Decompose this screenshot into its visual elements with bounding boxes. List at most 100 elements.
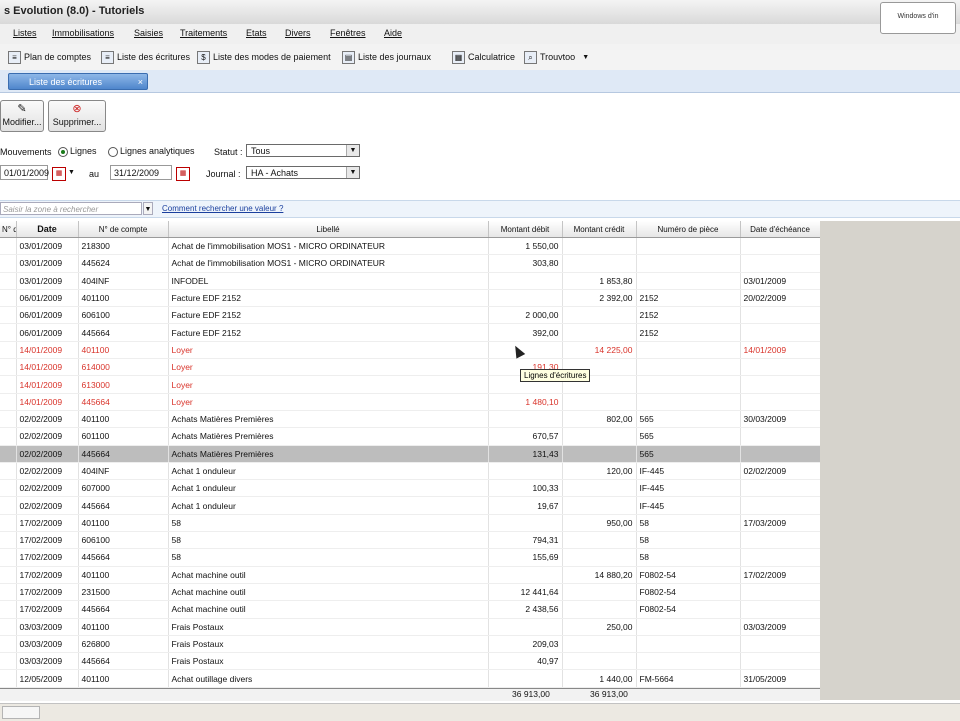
menu-etats[interactable]: Etats bbox=[246, 28, 267, 38]
table-row[interactable]: 14/01/2009 613000 Loyer bbox=[0, 375, 820, 394]
chevron-down-icon[interactable]: ▼ bbox=[582, 54, 589, 61]
cell-libelle: Achat machine outil bbox=[168, 583, 489, 602]
cell-num bbox=[0, 496, 17, 515]
col-date[interactable]: Date bbox=[16, 221, 79, 238]
date-from-field[interactable]: 01/01/2009 bbox=[0, 165, 49, 180]
action-bar: ✎ Modifier... ⊗ Supprimer... bbox=[0, 98, 960, 136]
dropdown-arrow-icon[interactable]: ▼ bbox=[68, 169, 75, 176]
table-row[interactable]: 06/01/2009 445664 Facture EDF 2152 392,00 21… bbox=[0, 323, 820, 342]
search-input[interactable]: Saisir la zone à rechercher bbox=[0, 202, 142, 215]
cell-libelle: 58 bbox=[168, 531, 489, 550]
table-row[interactable]: 14/01/2009 401100 Loyer 14 225,00 14/01/2009 bbox=[0, 341, 820, 360]
toolbar: ≡ Plan de comptes ≡ Liste des écritures … bbox=[0, 44, 960, 71]
table-row[interactable]: 17/02/2009 445664 58 155,69 58 bbox=[0, 548, 820, 567]
col-debit[interactable]: Montant débit bbox=[488, 221, 563, 238]
table-row[interactable]: 03/03/2009 401100 Frais Postaux 250,00 03/03… bbox=[0, 618, 820, 636]
cell-compte: 445664 bbox=[78, 600, 169, 619]
toolbar-modes-paiement[interactable]: $ Liste des modes de paiement bbox=[197, 49, 331, 65]
cell-piece: 58 bbox=[636, 514, 741, 533]
col-num-piece[interactable]: N° de p bbox=[0, 221, 17, 238]
toolbar-trouvtoo[interactable]: ⌕ Trouvtoo ▼ bbox=[524, 49, 589, 65]
cell-date: 17/02/2009 bbox=[16, 566, 79, 584]
journals-list-icon: ▤ bbox=[342, 50, 355, 64]
table-row[interactable]: 02/02/2009 601100 Achats Matières Première… bbox=[0, 427, 820, 446]
date-to-field[interactable]: 31/12/2009 bbox=[110, 165, 172, 180]
menu-listes[interactable]: Listes bbox=[13, 28, 37, 38]
col-echeance[interactable]: Date d'échéance bbox=[740, 221, 820, 238]
delete-button[interactable]: ⊗ Supprimer... bbox=[48, 100, 106, 132]
cell-num bbox=[0, 410, 17, 429]
cell-piece: IF-445 bbox=[636, 496, 741, 515]
menu-aide[interactable]: Aide bbox=[384, 28, 402, 38]
menu-saisies[interactable]: Saisies bbox=[134, 28, 163, 38]
statut-select[interactable]: Tous ▼ bbox=[246, 144, 360, 157]
menu-bar: Listes Immobilisations Saisies Traitemen… bbox=[0, 24, 960, 45]
table-row[interactable]: 03/01/2009 445624 Achat de l'immobilisatio… bbox=[0, 254, 820, 273]
entries-grid[interactable]: N° de p Date N° de compte Libellé Montan… bbox=[0, 221, 821, 700]
table-row[interactable]: 03/01/2009 404INF INFODEL 1 853,80 03/01/200… bbox=[0, 272, 820, 290]
table-row[interactable]: 17/02/2009 606100 58 794,31 58 bbox=[0, 531, 820, 550]
cell-debit bbox=[488, 341, 563, 360]
table-row[interactable]: 02/02/2009 607000 Achat 1 onduleur 100,33 IF… bbox=[0, 479, 820, 498]
cell-date: 17/02/2009 bbox=[16, 583, 79, 602]
tab-liste-ecritures[interactable]: Liste des écritures × bbox=[8, 73, 148, 90]
cell-compte: 613000 bbox=[78, 375, 169, 394]
menu-immobilisations[interactable]: Immobilisations bbox=[52, 28, 114, 38]
table-row[interactable]: 06/01/2009 401100 Facture EDF 2152 2 392,00… bbox=[0, 289, 820, 308]
search-help-link[interactable]: Comment rechercher une valeur ? bbox=[162, 204, 283, 213]
cell-credit: 950,00 bbox=[562, 514, 637, 533]
table-row[interactable]: 02/02/2009 445664 Achat 1 onduleur 19,67 IF-… bbox=[0, 496, 820, 515]
calendar-icon[interactable]: ▦ bbox=[52, 167, 66, 181]
menu-fenetres[interactable]: Fenêtres bbox=[330, 28, 366, 38]
cell-debit: 155,69 bbox=[488, 548, 563, 567]
table-row[interactable]: 17/02/2009 401100 Achat machine outil 14 88… bbox=[0, 566, 820, 584]
table-row[interactable]: 03/03/2009 626800 Frais Postaux 209,03 bbox=[0, 635, 820, 654]
modify-button[interactable]: ✎ Modifier... bbox=[0, 100, 44, 132]
col-credit[interactable]: Montant crédit bbox=[562, 221, 637, 238]
toolbar-liste-journaux[interactable]: ▤ Liste des journaux bbox=[342, 49, 431, 65]
radio-lignes-analytiques[interactable]: Lignes analytiques bbox=[108, 146, 195, 157]
radio-lignes[interactable]: Lignes bbox=[58, 146, 97, 157]
table-row[interactable]: 02/02/2009 404INF Achat 1 onduleur 120,00 IF… bbox=[0, 462, 820, 481]
cell-piece: 2152 bbox=[636, 306, 741, 325]
col-compte[interactable]: N° de compte bbox=[78, 221, 169, 238]
radio-lignes-label: Lignes bbox=[70, 146, 97, 156]
table-row[interactable]: 17/02/2009 401100 58 950,00 58 17/03/2009 bbox=[0, 514, 820, 533]
journal-select[interactable]: HA - Achats ▼ bbox=[246, 166, 360, 179]
table-row[interactable]: 14/01/2009 614000 Loyer 191,30 bbox=[0, 358, 820, 377]
toolbar-calculatrice[interactable]: ▦ Calculatrice bbox=[452, 49, 515, 65]
col-libelle[interactable]: Libellé bbox=[168, 221, 489, 238]
cell-num bbox=[0, 548, 17, 567]
chevron-down-icon[interactable]: ▼ bbox=[143, 202, 153, 215]
menu-traitements[interactable]: Traitements bbox=[180, 28, 227, 38]
table-row[interactable]: 17/02/2009 231500 Achat machine outil 12 44… bbox=[0, 583, 820, 602]
table-row[interactable]: 02/02/2009 445664 Achats Matières Première… bbox=[0, 445, 820, 463]
cell-num bbox=[0, 445, 17, 463]
cell-date: 02/02/2009 bbox=[16, 410, 79, 429]
table-row[interactable]: 03/01/2009 218300 Achat de l'immobilisatio… bbox=[0, 237, 820, 256]
cell-date: 17/02/2009 bbox=[16, 600, 79, 619]
table-row[interactable]: 06/01/2009 606100 Facture EDF 2152 2 000,00… bbox=[0, 306, 820, 325]
cell-echeance bbox=[740, 635, 820, 654]
cell-credit: 1 853,80 bbox=[562, 272, 637, 290]
status-bar bbox=[0, 703, 960, 721]
cell-compte: 445664 bbox=[78, 652, 169, 671]
cell-compte: 401100 bbox=[78, 514, 169, 533]
table-row[interactable]: 03/03/2009 445664 Frais Postaux 40,97 bbox=[0, 652, 820, 671]
cell-credit bbox=[562, 496, 637, 515]
toolbar-plan-comptes[interactable]: ≡ Plan de comptes bbox=[8, 49, 91, 65]
toolbar-liste-ecritures[interactable]: ≡ Liste des écritures bbox=[101, 49, 190, 65]
cell-num bbox=[0, 306, 17, 325]
tab-close-icon[interactable]: × bbox=[138, 74, 143, 91]
journal-label: Journal : bbox=[206, 169, 241, 179]
menu-divers[interactable]: Divers bbox=[285, 28, 311, 38]
cell-date: 03/03/2009 bbox=[16, 652, 79, 671]
tooltip: Lignes d'écritures bbox=[520, 369, 591, 382]
calendar-icon[interactable]: ▦ bbox=[176, 167, 190, 181]
table-row[interactable]: 12/05/2009 401100 Achat outillage divers 1 … bbox=[0, 669, 820, 688]
table-row[interactable]: 14/01/2009 445664 Loyer 1 480,10 bbox=[0, 393, 820, 411]
table-row[interactable]: 02/02/2009 401100 Achats Matières Première… bbox=[0, 410, 820, 429]
cell-echeance bbox=[740, 323, 820, 342]
col-piece[interactable]: Numéro de pièce bbox=[636, 221, 741, 238]
table-row[interactable]: 17/02/2009 445664 Achat machine outil 2 438… bbox=[0, 600, 820, 619]
